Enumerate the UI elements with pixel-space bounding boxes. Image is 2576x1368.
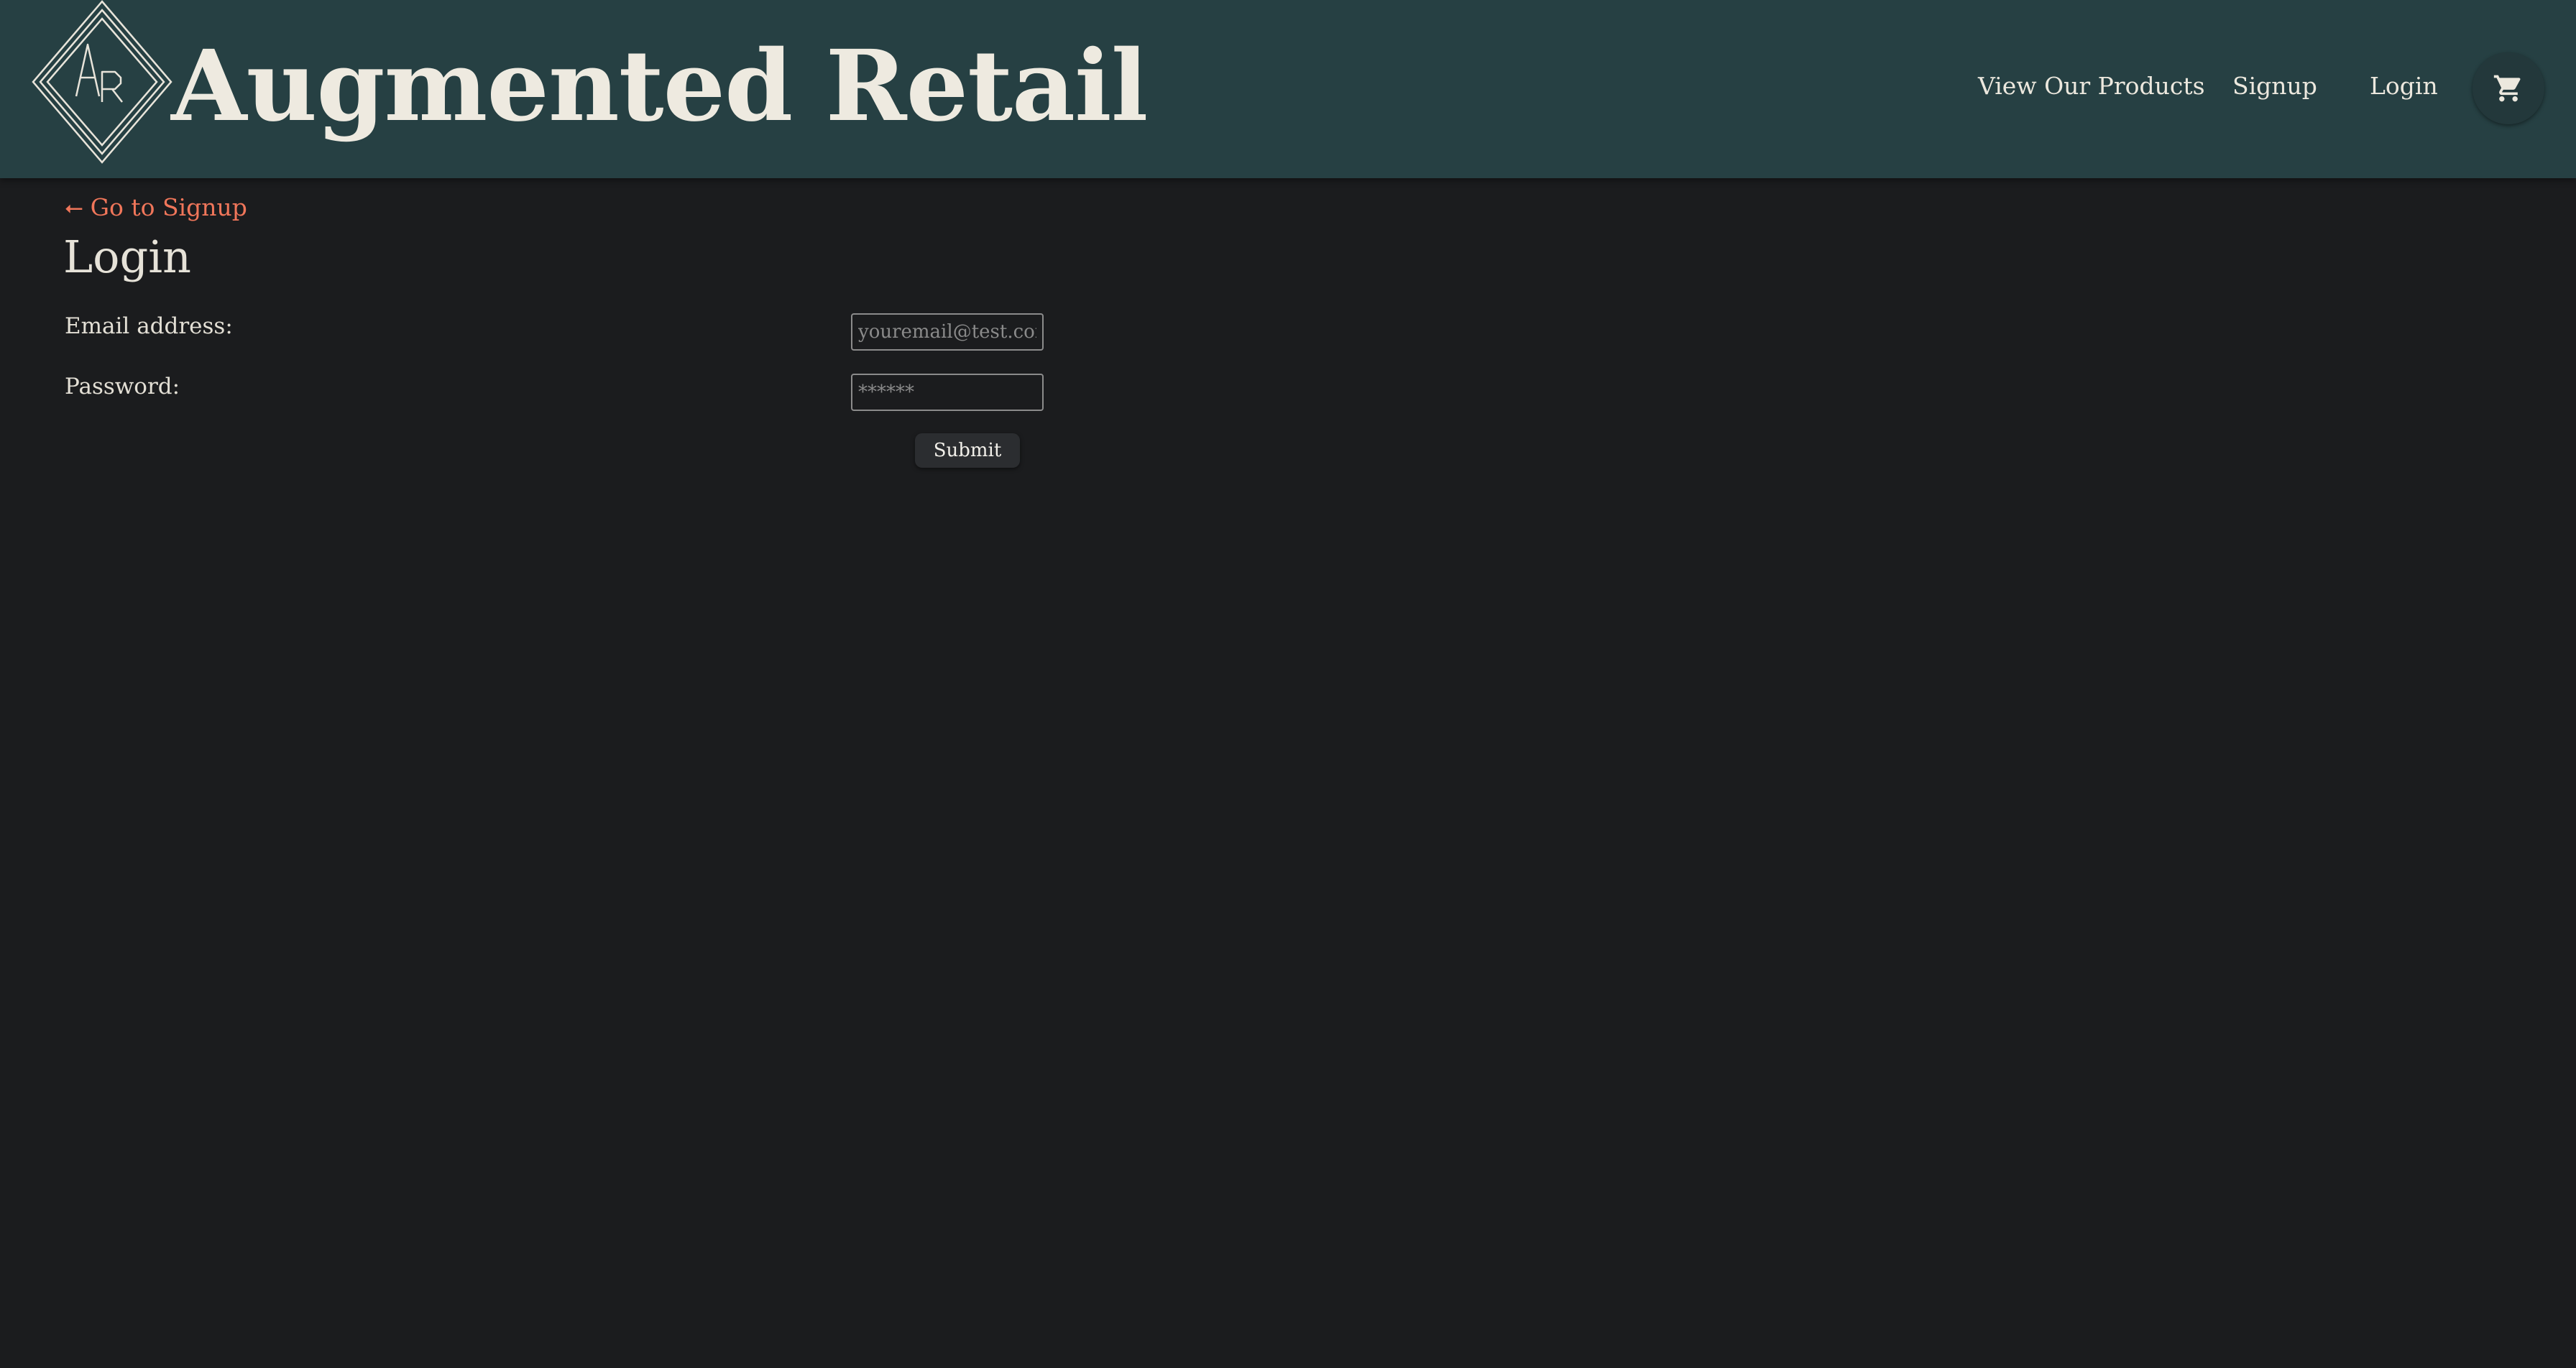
password-input[interactable] <box>851 374 1044 411</box>
nav-login-link[interactable]: Login <box>2370 72 2438 100</box>
password-label: Password: <box>65 374 180 399</box>
email-label: Email address: <box>65 313 233 339</box>
go-to-signup-label: Go to Signup <box>90 193 247 221</box>
site-header: Augmented Retail View Our Products Signu… <box>0 0 2576 178</box>
submit-button[interactable]: Submit <box>915 433 1020 468</box>
nav-signup-link[interactable]: Signup <box>2232 72 2317 100</box>
page-title: Login <box>63 231 191 283</box>
arrow-left-icon: ⭠ <box>65 193 83 221</box>
go-to-signup-link[interactable]: ⭠ Go to Signup <box>65 191 247 223</box>
email-input[interactable] <box>851 313 1044 351</box>
ar-diamond-logo-icon[interactable] <box>32 0 172 164</box>
shopping-cart-icon <box>2493 75 2521 102</box>
cart-button[interactable] <box>2472 52 2544 124</box>
nav-view-products-link[interactable]: View Our Products <box>1978 72 2205 100</box>
brand-title[interactable]: Augmented Retail <box>171 22 1148 151</box>
